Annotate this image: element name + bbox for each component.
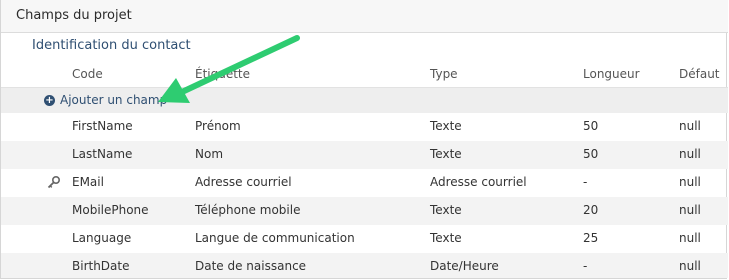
panel-title: Champs du projet bbox=[16, 8, 132, 23]
add-field-label: Ajouter un champ bbox=[60, 93, 168, 107]
cell-code: BirthDate bbox=[72, 259, 130, 273]
cell-code: Language bbox=[72, 231, 132, 245]
cell-default: null bbox=[679, 259, 701, 273]
cell-label: Nom bbox=[195, 147, 224, 161]
table-row[interactable]: MobilePhone Téléphone mobile Texte 20 nu… bbox=[1, 197, 728, 225]
cell-length: 20 bbox=[583, 203, 599, 217]
cell-length: - bbox=[583, 259, 588, 273]
panel-header: Champs du projet bbox=[1, 0, 728, 33]
cell-length: 50 bbox=[583, 147, 599, 161]
cell-length: - bbox=[583, 175, 588, 189]
table-row[interactable]: Language Langue de communication Texte 2… bbox=[1, 225, 728, 253]
table-row[interactable]: LastName Nom Texte 50 null bbox=[1, 141, 728, 169]
cell-label: Langue de communication bbox=[195, 231, 355, 245]
header-default[interactable]: Défaut bbox=[679, 67, 720, 81]
table-row[interactable]: EMail Adresse courriel Adresse courriel … bbox=[1, 169, 728, 197]
table-row[interactable]: BirthDate Date de naissance Date/Heure -… bbox=[1, 253, 728, 278]
table-row[interactable]: FirstName Prénom Texte 50 null bbox=[1, 113, 728, 141]
cell-code: EMail bbox=[72, 175, 104, 189]
header-label[interactable]: Étiquette bbox=[195, 67, 250, 81]
cell-code: FirstName bbox=[72, 119, 133, 133]
cell-type: Texte bbox=[430, 203, 462, 217]
cell-type: Texte bbox=[430, 231, 462, 245]
cell-label: Adresse courriel bbox=[195, 175, 292, 189]
cell-type: Adresse courriel bbox=[430, 175, 527, 189]
cell-default: null bbox=[679, 147, 701, 161]
cell-type: Texte bbox=[430, 119, 462, 133]
cell-default: null bbox=[679, 231, 701, 245]
add-field-link[interactable]: + Ajouter un champ bbox=[44, 93, 167, 107]
plus-circle-icon: + bbox=[44, 94, 55, 106]
key-icon bbox=[47, 175, 61, 189]
cell-default: null bbox=[679, 203, 701, 217]
cell-code: LastName bbox=[72, 147, 133, 161]
cell-type: Texte bbox=[430, 147, 462, 161]
cell-length: 50 bbox=[583, 119, 599, 133]
cell-label: Prénom bbox=[195, 119, 241, 133]
cell-type: Date/Heure bbox=[430, 259, 499, 273]
table-header: Code Étiquette Type Longueur Défaut bbox=[1, 62, 728, 86]
header-code[interactable]: Code bbox=[72, 67, 103, 81]
add-field-row: + Ajouter un champ bbox=[1, 87, 728, 113]
fields-panel: Champs du projet Identification du conta… bbox=[0, 0, 728, 279]
section-title: Identification du contact bbox=[32, 38, 191, 53]
cell-code: MobilePhone bbox=[72, 203, 149, 217]
cell-label: Date de naissance bbox=[195, 259, 307, 273]
cell-label: Téléphone mobile bbox=[195, 203, 301, 217]
cell-length: 25 bbox=[583, 231, 599, 245]
header-type[interactable]: Type bbox=[430, 67, 458, 81]
cell-default: null bbox=[679, 175, 701, 189]
cell-default: null bbox=[679, 119, 701, 133]
header-length[interactable]: Longueur bbox=[583, 67, 640, 81]
